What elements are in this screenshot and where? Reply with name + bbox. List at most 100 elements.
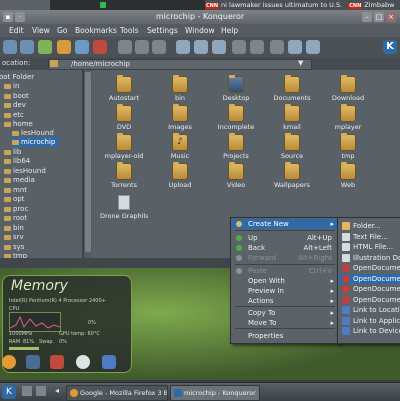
- submenu-item[interactable]: Link to Device: [339, 326, 400, 336]
- mail-dock-icon[interactable]: [50, 355, 64, 369]
- menu-item-label: Back: [248, 244, 265, 252]
- file-item[interactable]: Projects: [212, 133, 260, 165]
- window-titlebar[interactable]: ▪ · microchip - Konqueror – □ ×: [0, 10, 400, 24]
- file-item[interactable]: tmp: [324, 133, 372, 165]
- cut-icon[interactable]: [118, 40, 132, 54]
- desktop-switch-icon[interactable]: [22, 386, 32, 396]
- network-dock-icon[interactable]: [102, 355, 116, 369]
- submenu-item[interactable]: HTML File...: [339, 242, 400, 252]
- news-ticker[interactable]: CNN ni lawmaker issues ultimatum to U.S. …: [205, 0, 400, 10]
- submenu-item[interactable]: OpenDocument: [339, 295, 400, 305]
- context-menu-item[interactable]: Properties: [232, 331, 338, 341]
- file-item[interactable]: Video: [212, 162, 260, 194]
- menu-help[interactable]: Help: [221, 24, 238, 37]
- submenu-item[interactable]: Link to Location: [339, 305, 400, 315]
- file-item[interactable]: Desktop: [212, 75, 260, 107]
- tree-item-selected[interactable]: microchip: [12, 137, 60, 147]
- tree-item[interactable]: media: [4, 175, 35, 185]
- terminal-icon[interactable]: [306, 40, 320, 54]
- print-icon[interactable]: [270, 40, 284, 54]
- submenu-item[interactable]: Illustration Doc: [339, 253, 400, 263]
- location-go-icon[interactable]: ▼: [298, 59, 307, 68]
- submenu-item[interactable]: OpenDocument: [339, 273, 400, 284]
- taskbar-firefox[interactable]: Google - Mozilla Firefox 3 Beta 5: [66, 385, 168, 401]
- tree-item[interactable]: in: [4, 81, 19, 91]
- file-item[interactable]: Download: [324, 75, 372, 107]
- context-menu-item[interactable]: Preview In ▸: [232, 286, 338, 296]
- menu-tools[interactable]: Tools: [120, 24, 138, 37]
- split-view-icon[interactable]: [288, 40, 302, 54]
- file-item[interactable]: Wallpapers: [268, 162, 316, 194]
- taskbar-konqueror[interactable]: microchip - Konqueror: [170, 385, 260, 401]
- file-item[interactable]: Drone Graphite 2.p...: [100, 195, 148, 225]
- context-menu-item[interactable]: Up Alt+Up: [232, 233, 338, 243]
- context-menu-item[interactable]: Move To ▸: [232, 318, 338, 328]
- file-item[interactable]: mplayer-old: [100, 133, 148, 165]
- tree-item[interactable]: opt: [4, 194, 24, 204]
- context-menu-item[interactable]: Actions ▸: [232, 296, 338, 306]
- context-menu-item[interactable]: Create New ▸: [232, 219, 338, 229]
- submenu-item[interactable]: OpenDocument: [339, 263, 400, 273]
- context-menu-item[interactable]: Paste Ctrl+V: [232, 266, 338, 276]
- submenu-item[interactable]: Link to Applicat: [339, 316, 400, 326]
- paste-icon[interactable]: [152, 40, 166, 54]
- taskbar-arrow-icon[interactable]: ◂: [55, 386, 59, 395]
- firefox-icon[interactable]: [2, 355, 16, 369]
- reload-icon[interactable]: [75, 40, 89, 54]
- zoom-out-icon[interactable]: [250, 40, 264, 54]
- file-item[interactable]: Documents: [268, 75, 316, 107]
- forward-icon[interactable]: [20, 40, 34, 54]
- file-item[interactable]: Web: [324, 162, 372, 194]
- tree-item[interactable]: root: [4, 213, 27, 223]
- submenu-item[interactable]: Folder...: [339, 221, 400, 231]
- file-item[interactable]: Images: [156, 104, 204, 136]
- menu-bookmarks[interactable]: Bookmarks: [75, 24, 117, 37]
- file-item[interactable]: kmail: [268, 104, 316, 136]
- menu-go[interactable]: Go: [57, 24, 67, 37]
- home-icon[interactable]: [57, 40, 71, 54]
- location-input[interactable]: /home/microchip: [48, 59, 312, 70]
- file-item[interactable]: Autostart: [100, 75, 148, 107]
- context-menu-item[interactable]: Open With ▸: [232, 276, 338, 286]
- submenu-item[interactable]: OpenDocument: [339, 284, 400, 294]
- back-icon[interactable]: [3, 40, 17, 54]
- submenu-item[interactable]: Text File...: [339, 232, 400, 242]
- minimize-icon[interactable]: –: [362, 12, 372, 22]
- file-label: Source: [280, 152, 304, 160]
- file-item[interactable]: ♪ Music: [156, 133, 204, 165]
- sidebar-scroll-thumb[interactable]: [85, 72, 91, 252]
- pager-icon[interactable]: [36, 386, 46, 396]
- file-item[interactable]: Source: [268, 133, 316, 165]
- icon-view-icon[interactable]: [176, 40, 190, 54]
- maximize-icon[interactable]: □: [374, 12, 384, 22]
- close-icon[interactable]: ×: [386, 12, 396, 22]
- menu-view[interactable]: View: [32, 24, 50, 37]
- detail-view-icon[interactable]: [212, 40, 226, 54]
- file-item[interactable]: bin: [156, 75, 204, 107]
- context-menu-item[interactable]: Forward Alt+Right: [232, 253, 338, 263]
- stop-icon[interactable]: [93, 40, 107, 54]
- zoom-in-icon[interactable]: [232, 40, 246, 54]
- file-item[interactable]: Incomplete: [212, 104, 260, 136]
- context-menu-item[interactable]: Back Alt+Left: [232, 243, 338, 253]
- file-item[interactable]: DVD: [100, 104, 148, 136]
- tree-item[interactable]: dev: [4, 100, 26, 110]
- menu-window[interactable]: Window: [185, 24, 215, 37]
- top-left-tab[interactable]: [0, 0, 50, 10]
- copy-icon[interactable]: [135, 40, 149, 54]
- list-view-icon[interactable]: [194, 40, 208, 54]
- kmenu-icon[interactable]: K: [2, 385, 16, 399]
- context-menu-item[interactable]: Copy To ▸: [232, 308, 338, 318]
- file-item[interactable]: Torrents: [100, 162, 148, 194]
- folder-icon: [341, 133, 355, 150]
- up-icon[interactable]: [38, 40, 52, 54]
- menu-settings[interactable]: Settings: [147, 24, 178, 37]
- file-item[interactable]: mplayer: [324, 104, 372, 136]
- clock-dock-icon[interactable]: [76, 355, 90, 369]
- file-item[interactable]: Upload: [156, 162, 204, 194]
- terminal-dock-icon[interactable]: [26, 355, 40, 369]
- tree-item[interactable]: lib64: [4, 156, 30, 166]
- tree-item[interactable]: tmp: [4, 251, 27, 258]
- menu-edit[interactable]: Edit: [9, 24, 24, 37]
- tree-item[interactable]: srv: [4, 232, 24, 242]
